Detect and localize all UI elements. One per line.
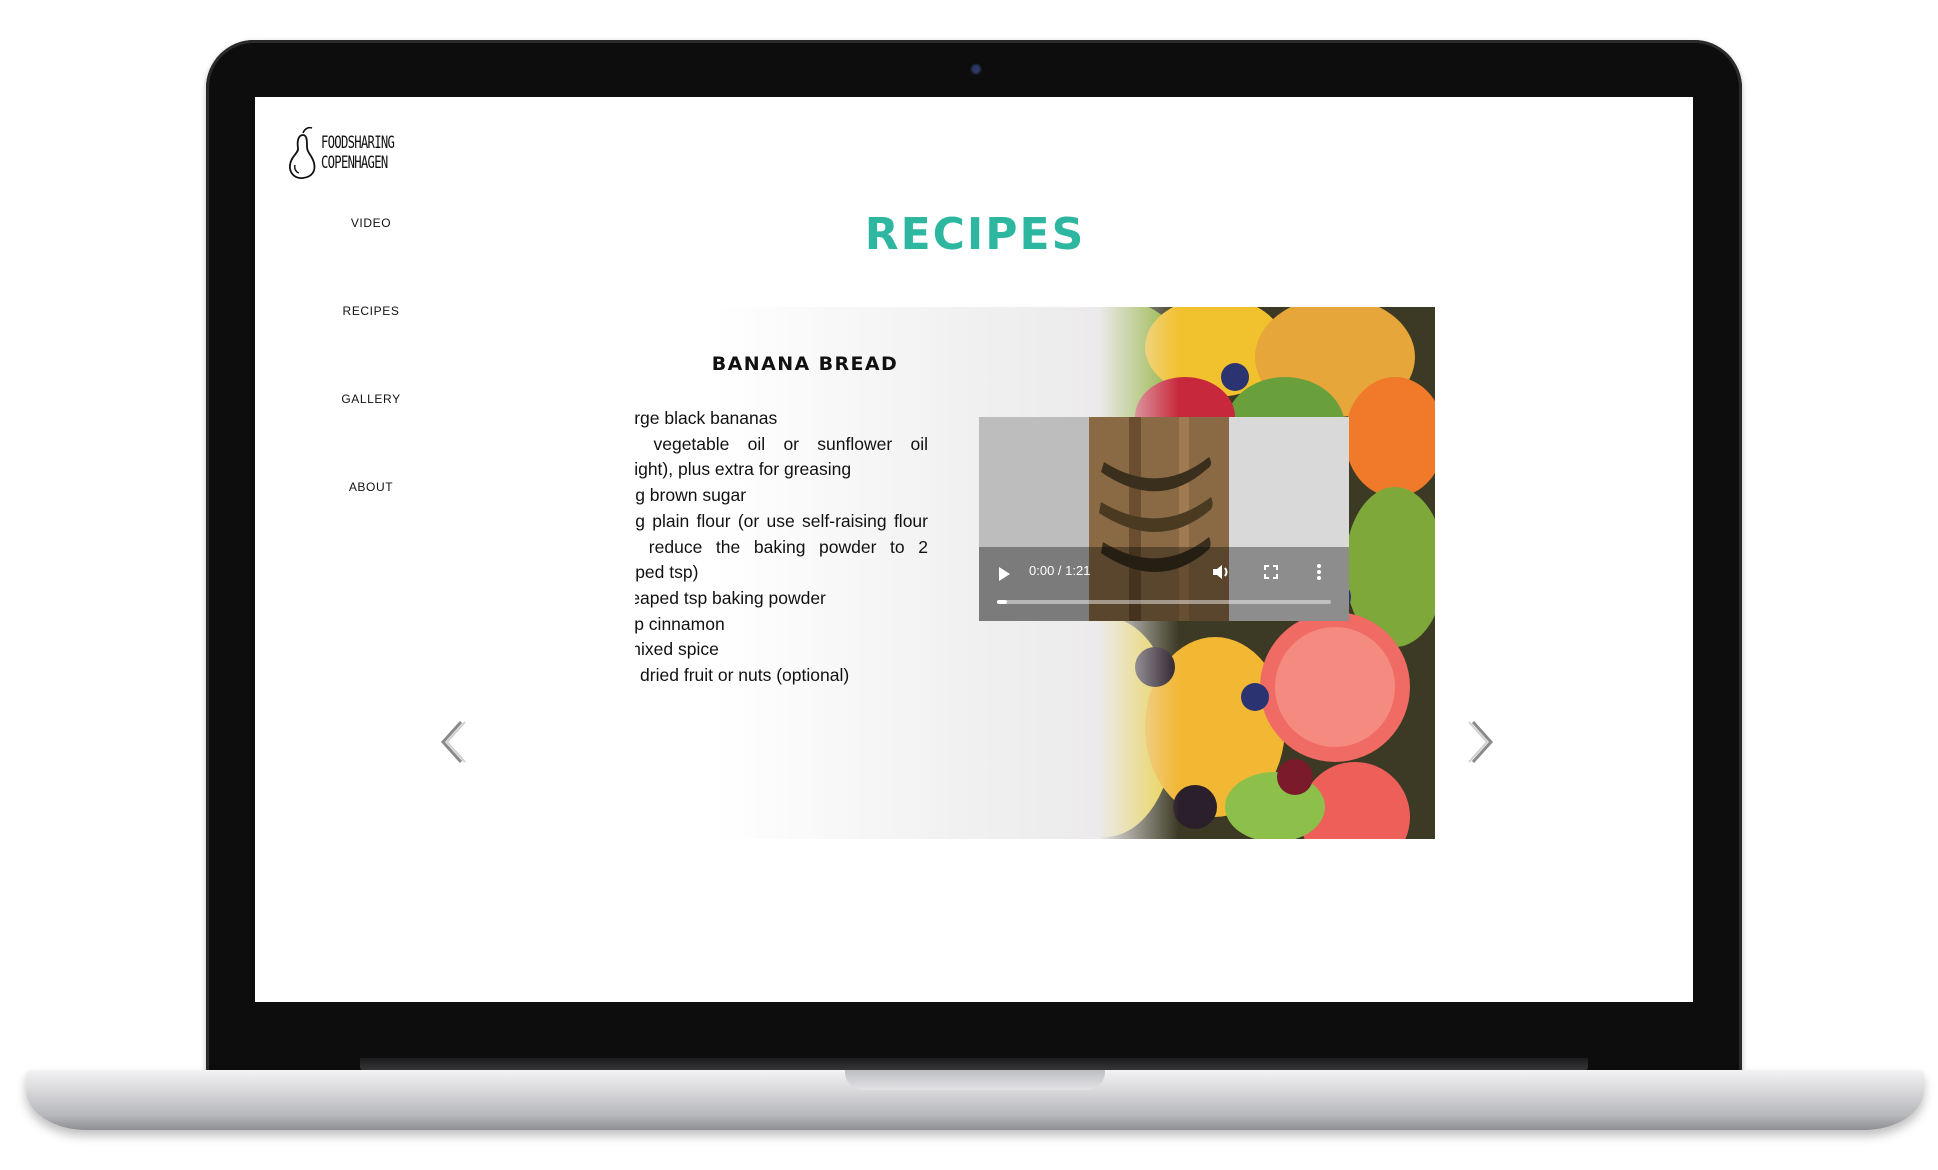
pear-logo-icon [289, 126, 316, 179]
nav-item-gallery[interactable]: GALLERY [315, 393, 427, 481]
logo-wordmark: FOODSHARING COPENHAGEN [321, 133, 395, 173]
nav-item-video[interactable]: VIDEO [315, 217, 427, 305]
chevron-right-icon [1468, 720, 1494, 764]
ingredient-item: 100g brown sugar [635, 485, 747, 506]
carousel-prev-button[interactable] [435, 718, 469, 766]
main-nav: VIDEO RECIPES GALLERY ABOUT [315, 217, 427, 569]
carousel-next-button[interactable] [1465, 718, 1499, 766]
ingredient-item: 3 tsp cinnamon [635, 613, 725, 634]
recipe-video-player[interactable]: 0:00 / 1:21 [979, 417, 1349, 621]
ingredient-item: 3 large black bananas [635, 408, 778, 428]
video-time: 0:00 / 1:21 [1029, 563, 1091, 578]
nav-item-about[interactable]: ABOUT [315, 481, 427, 569]
page-title: RECIPES [864, 209, 1086, 260]
ingredients-list: 3 large black bananas 75g vegetable oil … [635, 406, 928, 689]
site-logo[interactable]: FOODSHARING COPENHAGEN [285, 125, 425, 181]
chevron-left-icon [440, 720, 466, 764]
volume-icon[interactable] [1209, 560, 1233, 584]
ingredient-item: 75g vegetable oil or sunflower oil (weig… [635, 433, 928, 480]
laptop-base-notch [845, 1070, 1105, 1090]
video-progress-track[interactable] [997, 600, 1331, 604]
ingredient-item: or mixed spice [635, 639, 719, 660]
logo-line-2: COPENHAGEN [321, 153, 388, 173]
more-options-icon[interactable] [1307, 560, 1331, 584]
ingredient-item: 50g dried fruit or nuts (optional) [635, 665, 850, 686]
ingredient-item: 225g plain flour (or use self-raising fl… [635, 510, 928, 583]
fullscreen-icon[interactable] [1259, 560, 1283, 584]
video-progress-fill [997, 600, 1008, 604]
ingredient-item: 3 heaped tsp baking powder [635, 587, 826, 608]
nav-item-recipes[interactable]: RECIPES [315, 305, 427, 393]
webcam-icon [968, 62, 984, 78]
browser-viewport: FOODSHARING COPENHAGEN VIDEO RECIPES GAL… [255, 97, 1693, 1002]
video-frame-bananas [979, 417, 1349, 621]
logo-line-1: FOODSHARING [321, 133, 395, 153]
play-icon[interactable] [999, 567, 1010, 581]
recipe-title: BANANA BREAD [711, 353, 899, 375]
